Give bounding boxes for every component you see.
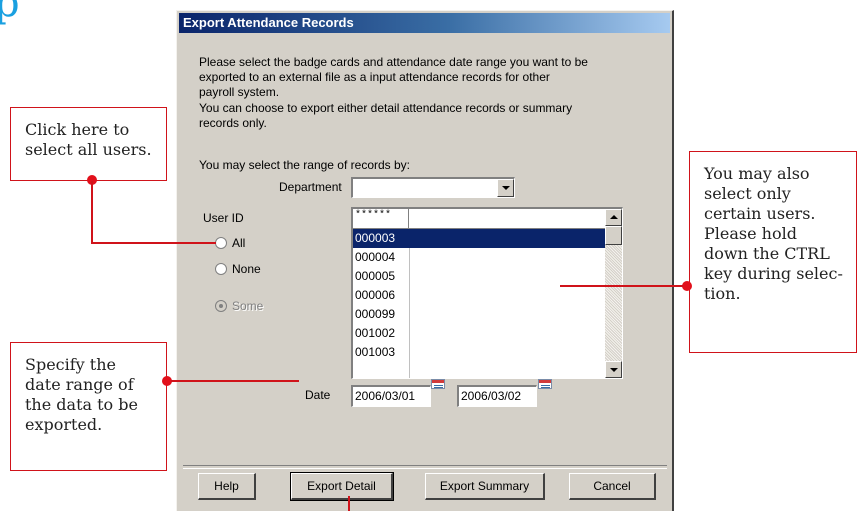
callout-leader-line bbox=[91, 242, 216, 244]
department-select[interactable] bbox=[351, 177, 515, 198]
date-label: Date bbox=[305, 388, 331, 402]
scroll-up-icon[interactable] bbox=[605, 209, 622, 226]
calendar-icon[interactable] bbox=[431, 379, 445, 389]
date-from-field[interactable]: 2006/03/01 bbox=[351, 385, 431, 407]
list-item[interactable]: 000004 bbox=[353, 248, 605, 267]
radio-none[interactable] bbox=[215, 263, 227, 275]
date-to-field[interactable]: 2006/03/02 bbox=[457, 385, 537, 407]
scroll-down-icon[interactable] bbox=[605, 361, 622, 378]
calendar-icon[interactable] bbox=[538, 379, 552, 389]
export-attendance-dialog: Export Attendance Records Please select … bbox=[176, 10, 674, 511]
export-detail-button[interactable]: Export Detail bbox=[290, 472, 394, 501]
help-button[interactable]: Help bbox=[198, 473, 256, 500]
callout-leader-line bbox=[171, 380, 299, 382]
chevron-down-icon[interactable] bbox=[497, 179, 514, 197]
list-header-cell: ****** bbox=[353, 209, 409, 228]
list-header: ****** bbox=[353, 209, 605, 229]
callout-select-some-text: You may also select only certain users. … bbox=[704, 164, 843, 303]
corner-glyph: p bbox=[0, 0, 20, 26]
button-separator bbox=[183, 465, 667, 469]
radio-some-label: Some bbox=[232, 299, 264, 313]
description-line: Please select the badge cards and attend… bbox=[199, 55, 588, 69]
radio-none-label: None bbox=[232, 262, 261, 276]
callout-leader-line bbox=[91, 181, 93, 243]
callout-select-all-text: Click here to select all users. bbox=[25, 120, 152, 159]
description-line: exported to an external file as a input … bbox=[199, 70, 550, 85]
radio-all[interactable] bbox=[215, 237, 227, 249]
department-label: Department bbox=[279, 180, 342, 194]
list-item[interactable]: 001003 bbox=[353, 343, 605, 362]
list-scrollbar[interactable] bbox=[605, 209, 622, 378]
callout-marker bbox=[682, 281, 692, 291]
range-prompt: You may select the range of records by: bbox=[199, 158, 411, 172]
dialog-description: Please select the badge cards and attend… bbox=[199, 55, 663, 131]
description-line: You can choose to export either detail a… bbox=[199, 100, 573, 115]
radio-some[interactable] bbox=[215, 300, 227, 312]
list-item[interactable]: 000005 bbox=[353, 267, 605, 286]
scroll-thumb[interactable] bbox=[605, 226, 622, 245]
user-id-label: User ID bbox=[203, 211, 244, 225]
callout-date-range-text: Specify the date range of the data to be… bbox=[25, 355, 138, 434]
callout-select-some: You may also select only certain users. … bbox=[689, 151, 857, 353]
cancel-button[interactable]: Cancel bbox=[569, 473, 656, 500]
callout-leader-line bbox=[560, 285, 683, 287]
user-listbox[interactable]: ****** 000003 000004 000005 000006 00009… bbox=[351, 207, 623, 379]
list-item[interactable]: 000099 bbox=[353, 305, 605, 324]
radio-all-label: All bbox=[232, 236, 246, 250]
list-item[interactable]: 000006 bbox=[353, 286, 605, 305]
dialog-title: Export Attendance Records bbox=[179, 13, 670, 33]
export-summary-button[interactable]: Export Summary bbox=[425, 473, 545, 500]
list-item[interactable]: 000003 bbox=[353, 229, 605, 248]
callout-date-range: Specify the date range of the data to be… bbox=[10, 342, 167, 471]
description-line: payroll system. bbox=[199, 85, 280, 100]
description-line: records only. bbox=[199, 115, 267, 130]
list-item[interactable]: 001002 bbox=[353, 324, 605, 343]
callout-select-all: Click here to select all users. bbox=[10, 107, 167, 181]
callout-leader-line bbox=[348, 496, 350, 511]
